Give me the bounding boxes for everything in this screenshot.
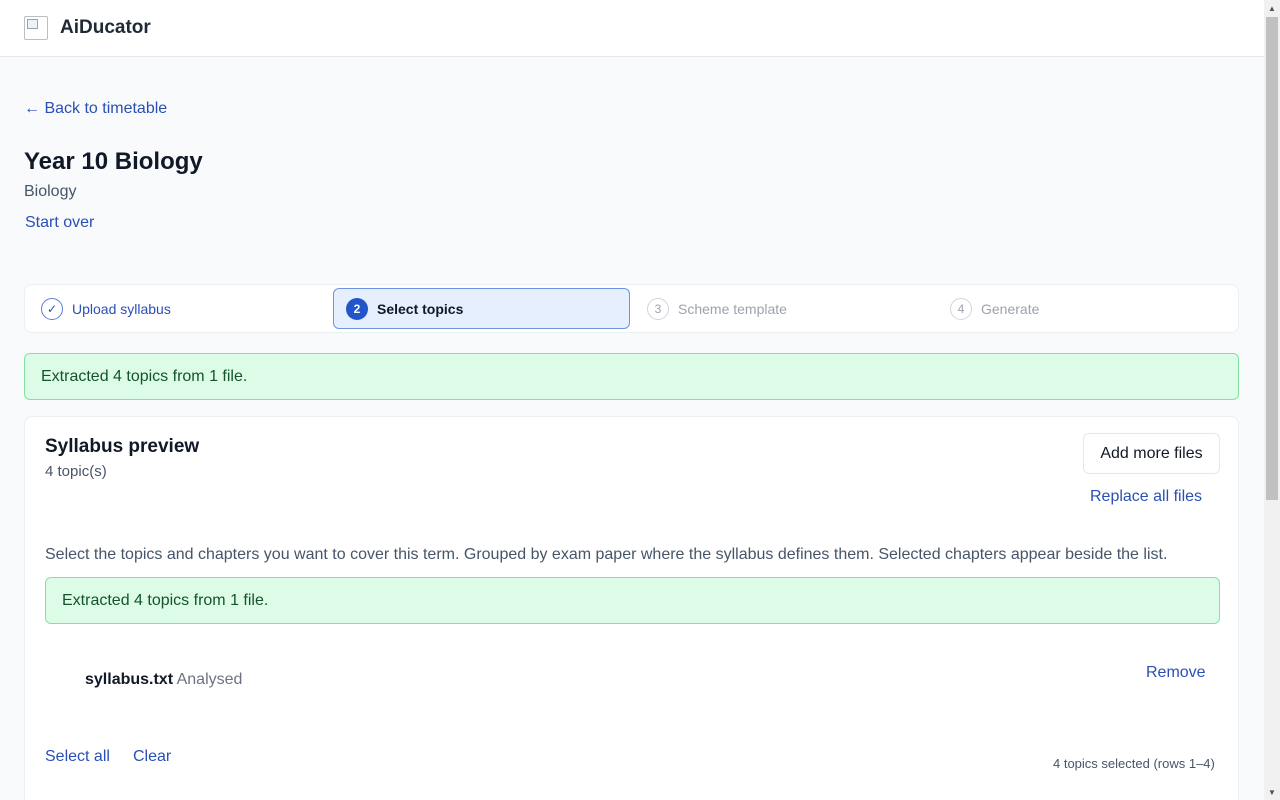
- step-number-badge: 4: [950, 297, 972, 320]
- add-more-files-button[interactable]: Add more files: [1083, 433, 1220, 474]
- top-bar: AiDucator: [0, 0, 1264, 57]
- brand-name[interactable]: AiDucator: [60, 17, 151, 39]
- clear-selection-link[interactable]: Clear: [133, 748, 171, 766]
- file-name: syllabus.txt: [85, 671, 174, 688]
- scroll-up-arrow-icon[interactable]: ▲: [1264, 0, 1280, 16]
- scrollbar-thumb[interactable]: [1266, 17, 1278, 500]
- extraction-success-alert-inner: Extracted 4 topics from 1 file.: [45, 577, 1220, 624]
- topic-count: 4 topic(s): [45, 463, 107, 480]
- step-number-badge: 2: [346, 297, 368, 320]
- step-upload-syllabus[interactable]: ✓ Upload syllabus: [41, 288, 171, 329]
- broken-image-icon: [24, 16, 48, 40]
- step-number-badge: 3: [647, 297, 669, 320]
- step-generate[interactable]: 4 Generate: [950, 288, 1039, 329]
- extraction-success-alert: Extracted 4 topics from 1 file.: [24, 353, 1239, 400]
- step-select-topics[interactable]: 2 Select topics: [333, 288, 630, 329]
- step-label: Select topics: [377, 300, 464, 317]
- remove-file-link[interactable]: Remove: [1146, 664, 1206, 682]
- scroll-down-arrow-icon[interactable]: ▼: [1264, 784, 1280, 800]
- syllabus-preview-card: Syllabus preview 4 topic(s) Add more fil…: [24, 416, 1239, 800]
- step-label: Upload syllabus: [72, 300, 171, 317]
- page-title: Year 10 Biology: [24, 148, 203, 175]
- step-scheme-template[interactable]: 3 Scheme template: [647, 288, 787, 329]
- back-to-timetable-link[interactable]: ← Back to timetable: [24, 100, 167, 118]
- select-all-link[interactable]: Select all: [45, 748, 110, 766]
- vertical-scrollbar[interactable]: ▲ ▼: [1264, 0, 1280, 800]
- file-status: Analysed: [176, 671, 243, 688]
- wizard-stepper: ✓ Upload syllabus 2 Select topics 3 Sche…: [24, 284, 1239, 333]
- selected-count: 4 topics selected (rows 1–4): [1053, 756, 1215, 771]
- instructions-text: Select the topics and chapters you want …: [45, 546, 1168, 563]
- start-over-link[interactable]: Start over: [25, 214, 94, 232]
- subject-label: Biology: [24, 183, 77, 200]
- uploaded-file-row: syllabus.txt Analysed: [85, 671, 242, 689]
- replace-all-files-link[interactable]: Replace all files: [1090, 488, 1202, 506]
- check-icon: ✓: [41, 297, 63, 320]
- step-label: Generate: [981, 300, 1040, 317]
- card-title: Syllabus preview: [45, 436, 200, 457]
- step-label: Scheme template: [678, 300, 787, 317]
